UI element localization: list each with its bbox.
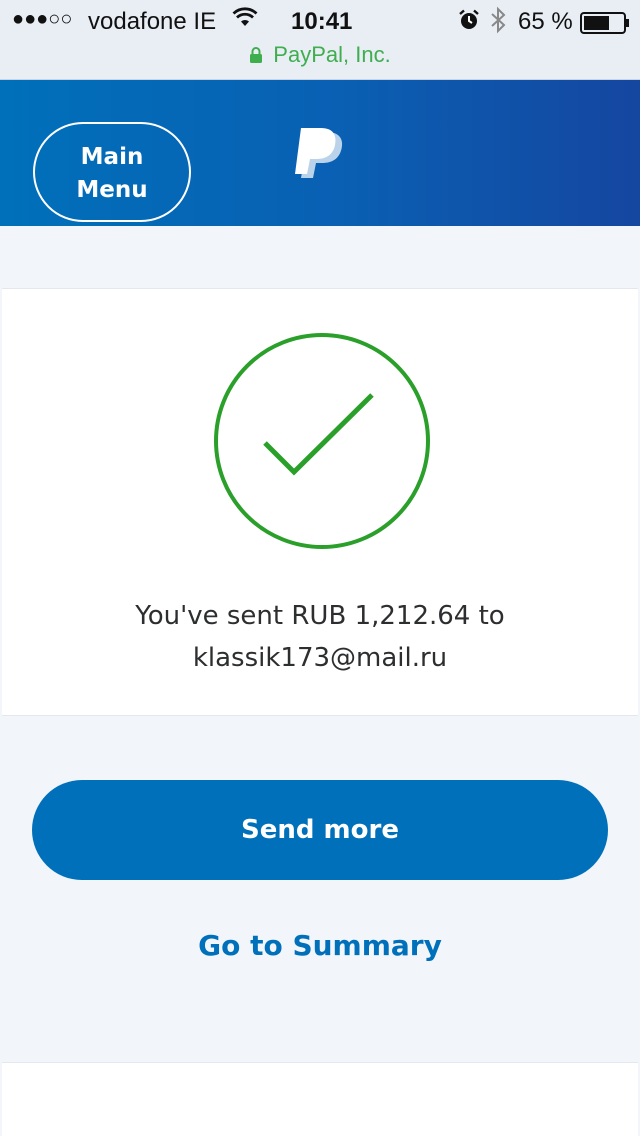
recipient-email: klassik173@mail.ru bbox=[192, 643, 448, 673]
confirmation-card: You've sent RUB 1,212.64 to klassik173@m… bbox=[2, 288, 638, 716]
go-to-summary-link: Go to Summary bbox=[0, 924, 640, 968]
main-menu-label-line1: Main bbox=[80, 144, 144, 170]
site-identity: PayPal, Inc. bbox=[273, 42, 391, 67]
app-header: Main Menu bbox=[0, 80, 640, 226]
browser-top-bar: ●●●○○ vodafone IE 10:41 65 % PayPal, Inc… bbox=[0, 0, 640, 80]
paypal-logo bbox=[295, 128, 343, 178]
clock: 10:41 bbox=[291, 8, 353, 35]
lock-icon bbox=[250, 47, 263, 63]
battery-percent: 65 % bbox=[518, 8, 573, 35]
bottom-card bbox=[2, 1062, 638, 1136]
confirmation-amount-text: You've sent RUB 1,212.64 to bbox=[135, 601, 505, 631]
main-menu-label-line2: Menu bbox=[76, 177, 148, 203]
main-menu-button[interactable]: Main Menu bbox=[33, 122, 191, 222]
battery-icon bbox=[580, 12, 629, 34]
wifi-icon bbox=[232, 7, 258, 26]
bluetooth-icon bbox=[491, 6, 506, 34]
address-bar[interactable]: PayPal, Inc. bbox=[0, 42, 640, 72]
carrier-name: vodafone IE bbox=[88, 8, 217, 35]
confirmation-message: You've sent RUB 1,212.64 to klassik173@m… bbox=[2, 595, 638, 679]
checkmark-circle-icon bbox=[214, 333, 430, 549]
go-to-summary-label[interactable]: Go to Summary bbox=[198, 929, 442, 962]
alarm-icon bbox=[459, 9, 479, 29]
signal-strength: ●●●○○ bbox=[12, 8, 73, 30]
send-more-button[interactable]: Send more bbox=[32, 780, 608, 880]
status-bar: ●●●○○ vodafone IE 10:41 65 % bbox=[0, 4, 640, 40]
